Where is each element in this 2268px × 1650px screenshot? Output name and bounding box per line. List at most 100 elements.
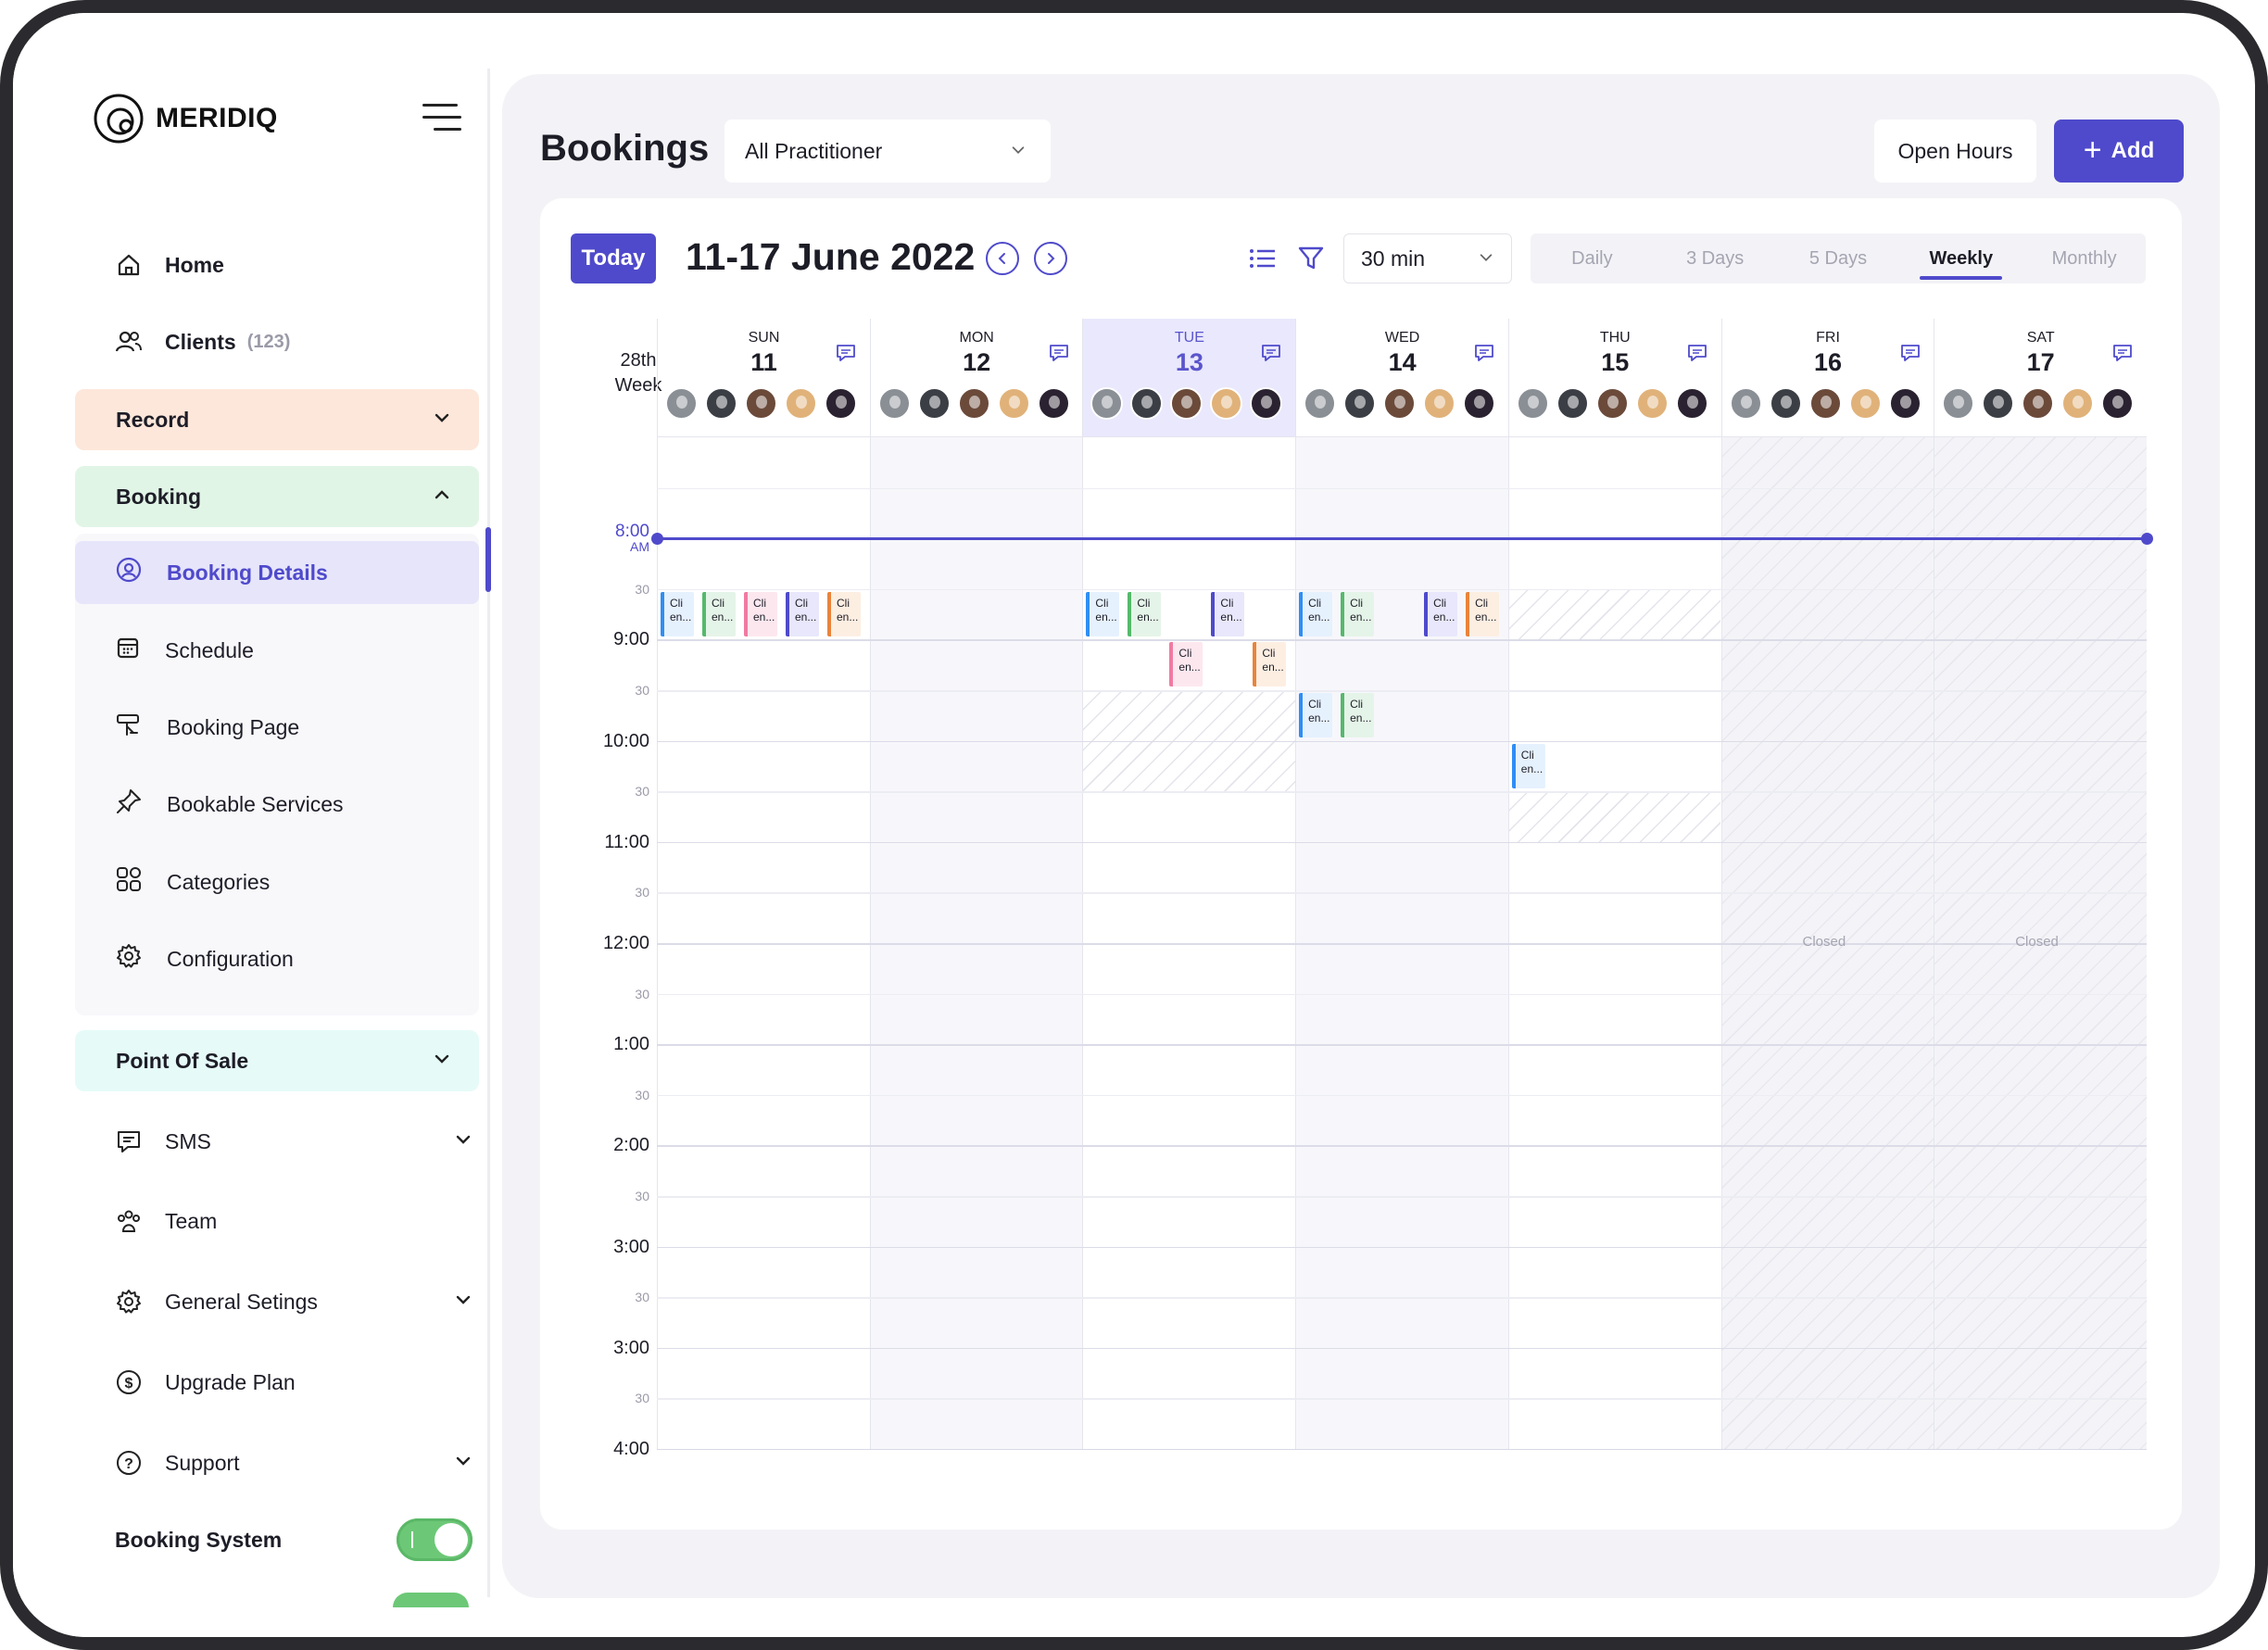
- week-range-title: 11-17 June 2022: [686, 235, 976, 278]
- sidebar-item-booking-page[interactable]: Booking Page: [115, 709, 299, 746]
- practitioner-avatar[interactable]: [1037, 387, 1070, 420]
- comment-icon[interactable]: [1260, 343, 1282, 363]
- practitioner-avatar[interactable]: [1130, 387, 1164, 420]
- sidebar-section-point-of-sale[interactable]: Point Of Sale: [75, 1030, 479, 1091]
- day-header-sat[interactable]: SAT 17: [1934, 319, 2147, 436]
- day-header-wed[interactable]: WED 14: [1295, 319, 1508, 436]
- tab-weekly[interactable]: Weekly: [1899, 233, 2022, 283]
- practitioner-avatar[interactable]: [825, 387, 857, 420]
- practitioner-avatar[interactable]: [1304, 387, 1337, 420]
- booking-system-toggle[interactable]: [397, 1518, 472, 1561]
- practitioner-avatar[interactable]: [705, 387, 737, 420]
- prev-week-button[interactable]: [986, 242, 1019, 275]
- practitioner-avatar[interactable]: [1516, 387, 1549, 420]
- practitioner-avatar[interactable]: [1423, 387, 1456, 420]
- practitioner-avatar[interactable]: [1383, 387, 1417, 420]
- add-button[interactable]: + Add: [2054, 120, 2184, 183]
- day-header-sun[interactable]: SUN 11: [657, 319, 870, 436]
- practitioner-avatar[interactable]: [1090, 387, 1124, 420]
- booking-event[interactable]: Cli en...: [1341, 693, 1375, 737]
- booking-event[interactable]: Cli en...: [1253, 642, 1287, 687]
- booking-event[interactable]: Cli en...: [1424, 591, 1458, 636]
- booking-event[interactable]: Cli en...: [1128, 591, 1162, 636]
- comment-icon[interactable]: [1048, 343, 1070, 363]
- practitioner-avatar[interactable]: [957, 387, 990, 420]
- booking-event[interactable]: Cli en...: [1511, 743, 1545, 788]
- day-header-fri[interactable]: FRI 16: [1720, 319, 1934, 436]
- practitioner-avatar[interactable]: [1210, 387, 1243, 420]
- day-header-thu[interactable]: THU 15: [1507, 319, 1721, 436]
- sidebar-item-team[interactable]: Team: [115, 1203, 217, 1240]
- practitioner-avatar[interactable]: [785, 387, 817, 420]
- sidebar-item-clients[interactable]: Clients (123): [115, 323, 290, 360]
- sidebar-item-categories[interactable]: Categories: [115, 863, 270, 901]
- practitioner-avatar[interactable]: [1463, 387, 1496, 420]
- practitioner-avatar[interactable]: [917, 387, 951, 420]
- comment-icon[interactable]: [835, 343, 857, 363]
- practitioner-avatar[interactable]: [1808, 387, 1842, 420]
- booking-event[interactable]: Cli en...: [827, 591, 861, 636]
- interval-value: 30 min: [1361, 246, 1426, 271]
- sidebar-item-general-settings[interactable]: General Setings: [115, 1283, 472, 1320]
- practitioner-avatar[interactable]: [1635, 387, 1669, 420]
- comment-icon[interactable]: [1899, 343, 1922, 363]
- sidebar-item-support[interactable]: ? Support: [115, 1444, 472, 1481]
- practitioner-avatar[interactable]: [1729, 387, 1762, 420]
- sidebar-item-sms[interactable]: SMS: [115, 1123, 472, 1160]
- booking-event[interactable]: Cli en...: [1086, 591, 1120, 636]
- practitioner-select[interactable]: All Practitioner: [724, 120, 1051, 183]
- practitioner-avatar[interactable]: [1769, 387, 1802, 420]
- next-week-button[interactable]: [1034, 242, 1067, 275]
- practitioner-avatar[interactable]: [665, 387, 698, 420]
- booking-event[interactable]: Cli en...: [1299, 591, 1333, 636]
- menu-toggle-icon[interactable]: [422, 104, 461, 137]
- sidebar-item-schedule[interactable]: Schedule: [115, 632, 254, 669]
- practitioner-avatar[interactable]: [2101, 387, 2135, 420]
- interval-select[interactable]: 30 min: [1343, 233, 1512, 283]
- practitioner-avatar[interactable]: [745, 387, 777, 420]
- practitioner-avatar[interactable]: [1343, 387, 1377, 420]
- practitioner-avatar[interactable]: [1942, 387, 1975, 420]
- practitioner-avatar[interactable]: [2022, 387, 2055, 420]
- booking-event[interactable]: Cli en...: [1169, 642, 1203, 687]
- day-header-tue[interactable]: TUE 13: [1082, 319, 1296, 436]
- practitioner-avatar[interactable]: [1170, 387, 1203, 420]
- booking-event[interactable]: Cli en...: [786, 591, 819, 636]
- tab-monthly[interactable]: Monthly: [2022, 233, 2146, 283]
- comment-icon[interactable]: [2111, 343, 2134, 363]
- booking-event[interactable]: Cli en...: [1211, 591, 1245, 636]
- booking-event[interactable]: Cli en...: [1341, 591, 1375, 636]
- practitioner-avatar[interactable]: [1595, 387, 1629, 420]
- sidebar-section-record[interactable]: Record: [75, 389, 479, 450]
- practitioner-avatar[interactable]: [1982, 387, 2015, 420]
- practitioner-avatar[interactable]: [1888, 387, 1922, 420]
- practitioner-avatar[interactable]: [1675, 387, 1708, 420]
- sidebar-item-booking-details[interactable]: Booking Details: [115, 554, 328, 591]
- tab-5-days[interactable]: 5 Days: [1777, 233, 1900, 283]
- open-hours-button[interactable]: Open Hours: [1874, 120, 2036, 183]
- filter-icon[interactable]: [1297, 245, 1325, 272]
- booking-event[interactable]: Cli en...: [744, 591, 777, 636]
- comment-icon[interactable]: [1686, 343, 1708, 363]
- tab-3-days[interactable]: 3 Days: [1654, 233, 1777, 283]
- booking-event[interactable]: Cli en...: [702, 591, 736, 636]
- sidebar-item-bookable-services[interactable]: Bookable Services: [115, 786, 344, 823]
- practitioner-avatar[interactable]: [1250, 387, 1283, 420]
- comment-icon[interactable]: [1473, 343, 1495, 363]
- sidebar-item-upgrade-plan[interactable]: $ Upgrade Plan: [115, 1364, 296, 1401]
- practitioner-avatar[interactable]: [877, 387, 911, 420]
- sidebar-section-booking[interactable]: Booking: [75, 466, 479, 527]
- booking-event[interactable]: Cli en...: [661, 591, 694, 636]
- practitioner-avatar[interactable]: [1848, 387, 1882, 420]
- day-header-mon[interactable]: MON 12: [869, 319, 1083, 436]
- list-view-icon[interactable]: [1249, 246, 1277, 271]
- practitioner-avatar[interactable]: [2061, 387, 2095, 420]
- booking-event[interactable]: Cli en...: [1299, 693, 1333, 737]
- sidebar-item-configuration[interactable]: Configuration: [115, 940, 294, 977]
- practitioner-avatar[interactable]: [997, 387, 1030, 420]
- tab-daily[interactable]: Daily: [1531, 233, 1654, 283]
- practitioner-avatar[interactable]: [1556, 387, 1589, 420]
- sidebar-item-home[interactable]: Home: [115, 246, 224, 283]
- today-button[interactable]: Today: [571, 233, 656, 283]
- booking-event[interactable]: Cli en...: [1466, 591, 1500, 636]
